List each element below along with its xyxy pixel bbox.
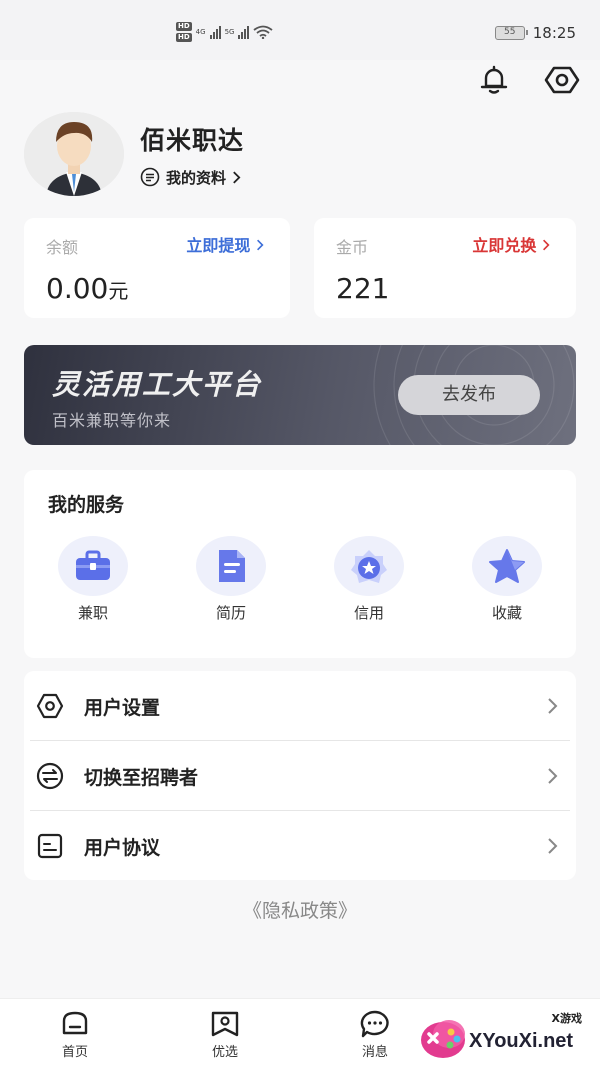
hd-badge: HD [176,22,192,31]
network-type: 5G [224,28,235,36]
redeem-label: 立即兑换 [472,236,537,255]
profile-header: 佰米职达 我的资料 [24,112,244,196]
menu-item-switch-recruiter[interactable]: 切换至招聘者 [24,741,576,811]
site-watermark: X游戏 XYouXi.net [419,1006,594,1064]
gamepad-logo-icon [421,1020,465,1058]
home-icon [62,1011,88,1035]
service-credit[interactable]: 信用 [300,536,438,623]
avatar[interactable] [24,112,124,196]
network-type: 4G [195,28,206,36]
balance-label: 余额 [46,238,79,257]
balance-amount: 0.00 [46,272,109,305]
services-title: 我的服务 [48,494,125,516]
featured-icon [211,1011,239,1037]
profile-name: 佰米职达 [140,125,245,155]
redeem-button[interactable]: 立即兑换 [472,232,550,256]
menu-item-label: 用户设置 [84,696,161,719]
tab-label: 首页 [61,1045,88,1060]
settings-hexagon-icon[interactable] [544,62,580,98]
balance-unit: 元 [108,279,129,303]
chevron-right-icon [548,768,558,784]
tab-messages[interactable]: 消息 [335,1009,415,1060]
service-resume[interactable]: 简历 [162,536,300,623]
chevron-right-icon [548,698,558,714]
coin-card: 金币 立即兑换 221 [314,218,576,318]
agreement-icon [37,833,63,859]
service-part-time[interactable]: 兼职 [24,536,162,623]
service-label: 收藏 [491,604,522,622]
tab-label: 优选 [211,1045,238,1060]
header-actions [476,62,580,98]
withdraw-button[interactable]: 立即提现 [186,232,264,256]
services-section: 我的服务 兼职 简历 信用 收藏 [24,470,576,658]
chevron-right-icon [257,239,264,251]
coin-label: 金币 [336,238,369,257]
chevron-right-icon [548,838,558,854]
service-label: 兼职 [77,604,108,622]
watermark-small-text: X游戏 [551,1012,582,1025]
chevron-right-icon [543,239,550,251]
bell-icon[interactable] [476,62,512,98]
banner-title: 灵活用工大平台 [52,368,263,401]
status-bar: HD HD 4G 5G 55 18:25 [0,0,600,60]
chevron-right-icon [233,170,241,184]
my-profile-label: 我的资料 [166,168,227,187]
service-favorites[interactable]: 收藏 [438,536,576,623]
clock: 18:25 [532,24,576,42]
wifi-icon [253,25,274,39]
menu-item-user-settings[interactable]: 用户设置 [24,671,576,741]
signal-indicators: HD HD 4G 5G [176,22,274,42]
balance-value: 0.00元 [46,272,128,305]
credit-badge-icon [351,550,387,583]
document-icon [219,550,245,582]
star-icon [489,549,525,583]
settings-hexagon-icon [36,693,64,719]
tab-featured[interactable]: 优选 [185,1009,265,1060]
signal-bars-icon [238,25,250,39]
menu-item-label: 用户协议 [84,836,161,859]
tab-label: 消息 [361,1045,388,1060]
switch-icon [36,762,64,790]
coin-value: 221 [336,272,390,305]
banner-subtitle: 百米兼职等你来 [52,411,172,430]
hd-badge: HD [176,33,192,42]
tab-home[interactable]: 首页 [35,1009,115,1060]
service-label: 简历 [215,604,246,622]
signal-bars-icon [209,25,221,39]
menu-item-label: 切换至招聘者 [84,766,199,789]
watermark-text: XYouXi.net [469,1030,574,1052]
menu-item-user-agreement[interactable]: 用户协议 [24,811,576,881]
withdraw-label: 立即提现 [186,236,251,255]
profile-doc-icon [140,167,160,187]
promo-banner[interactable]: 灵活用工大平台 百米兼职等你来 去发布 [24,345,576,445]
message-icon [360,1010,389,1038]
my-profile-link[interactable]: 我的资料 [140,167,244,188]
balance-card: 余额 立即提现 0.00元 [24,218,290,318]
briefcase-icon [76,550,110,580]
service-label: 信用 [353,604,384,622]
settings-menu: 用户设置 切换至招聘者 用户协议 [24,671,576,880]
battery-icon: 55 [494,26,528,40]
privacy-policy-link[interactable]: 《隐私政策》 [0,896,600,923]
publish-button[interactable]: 去发布 [398,375,540,415]
